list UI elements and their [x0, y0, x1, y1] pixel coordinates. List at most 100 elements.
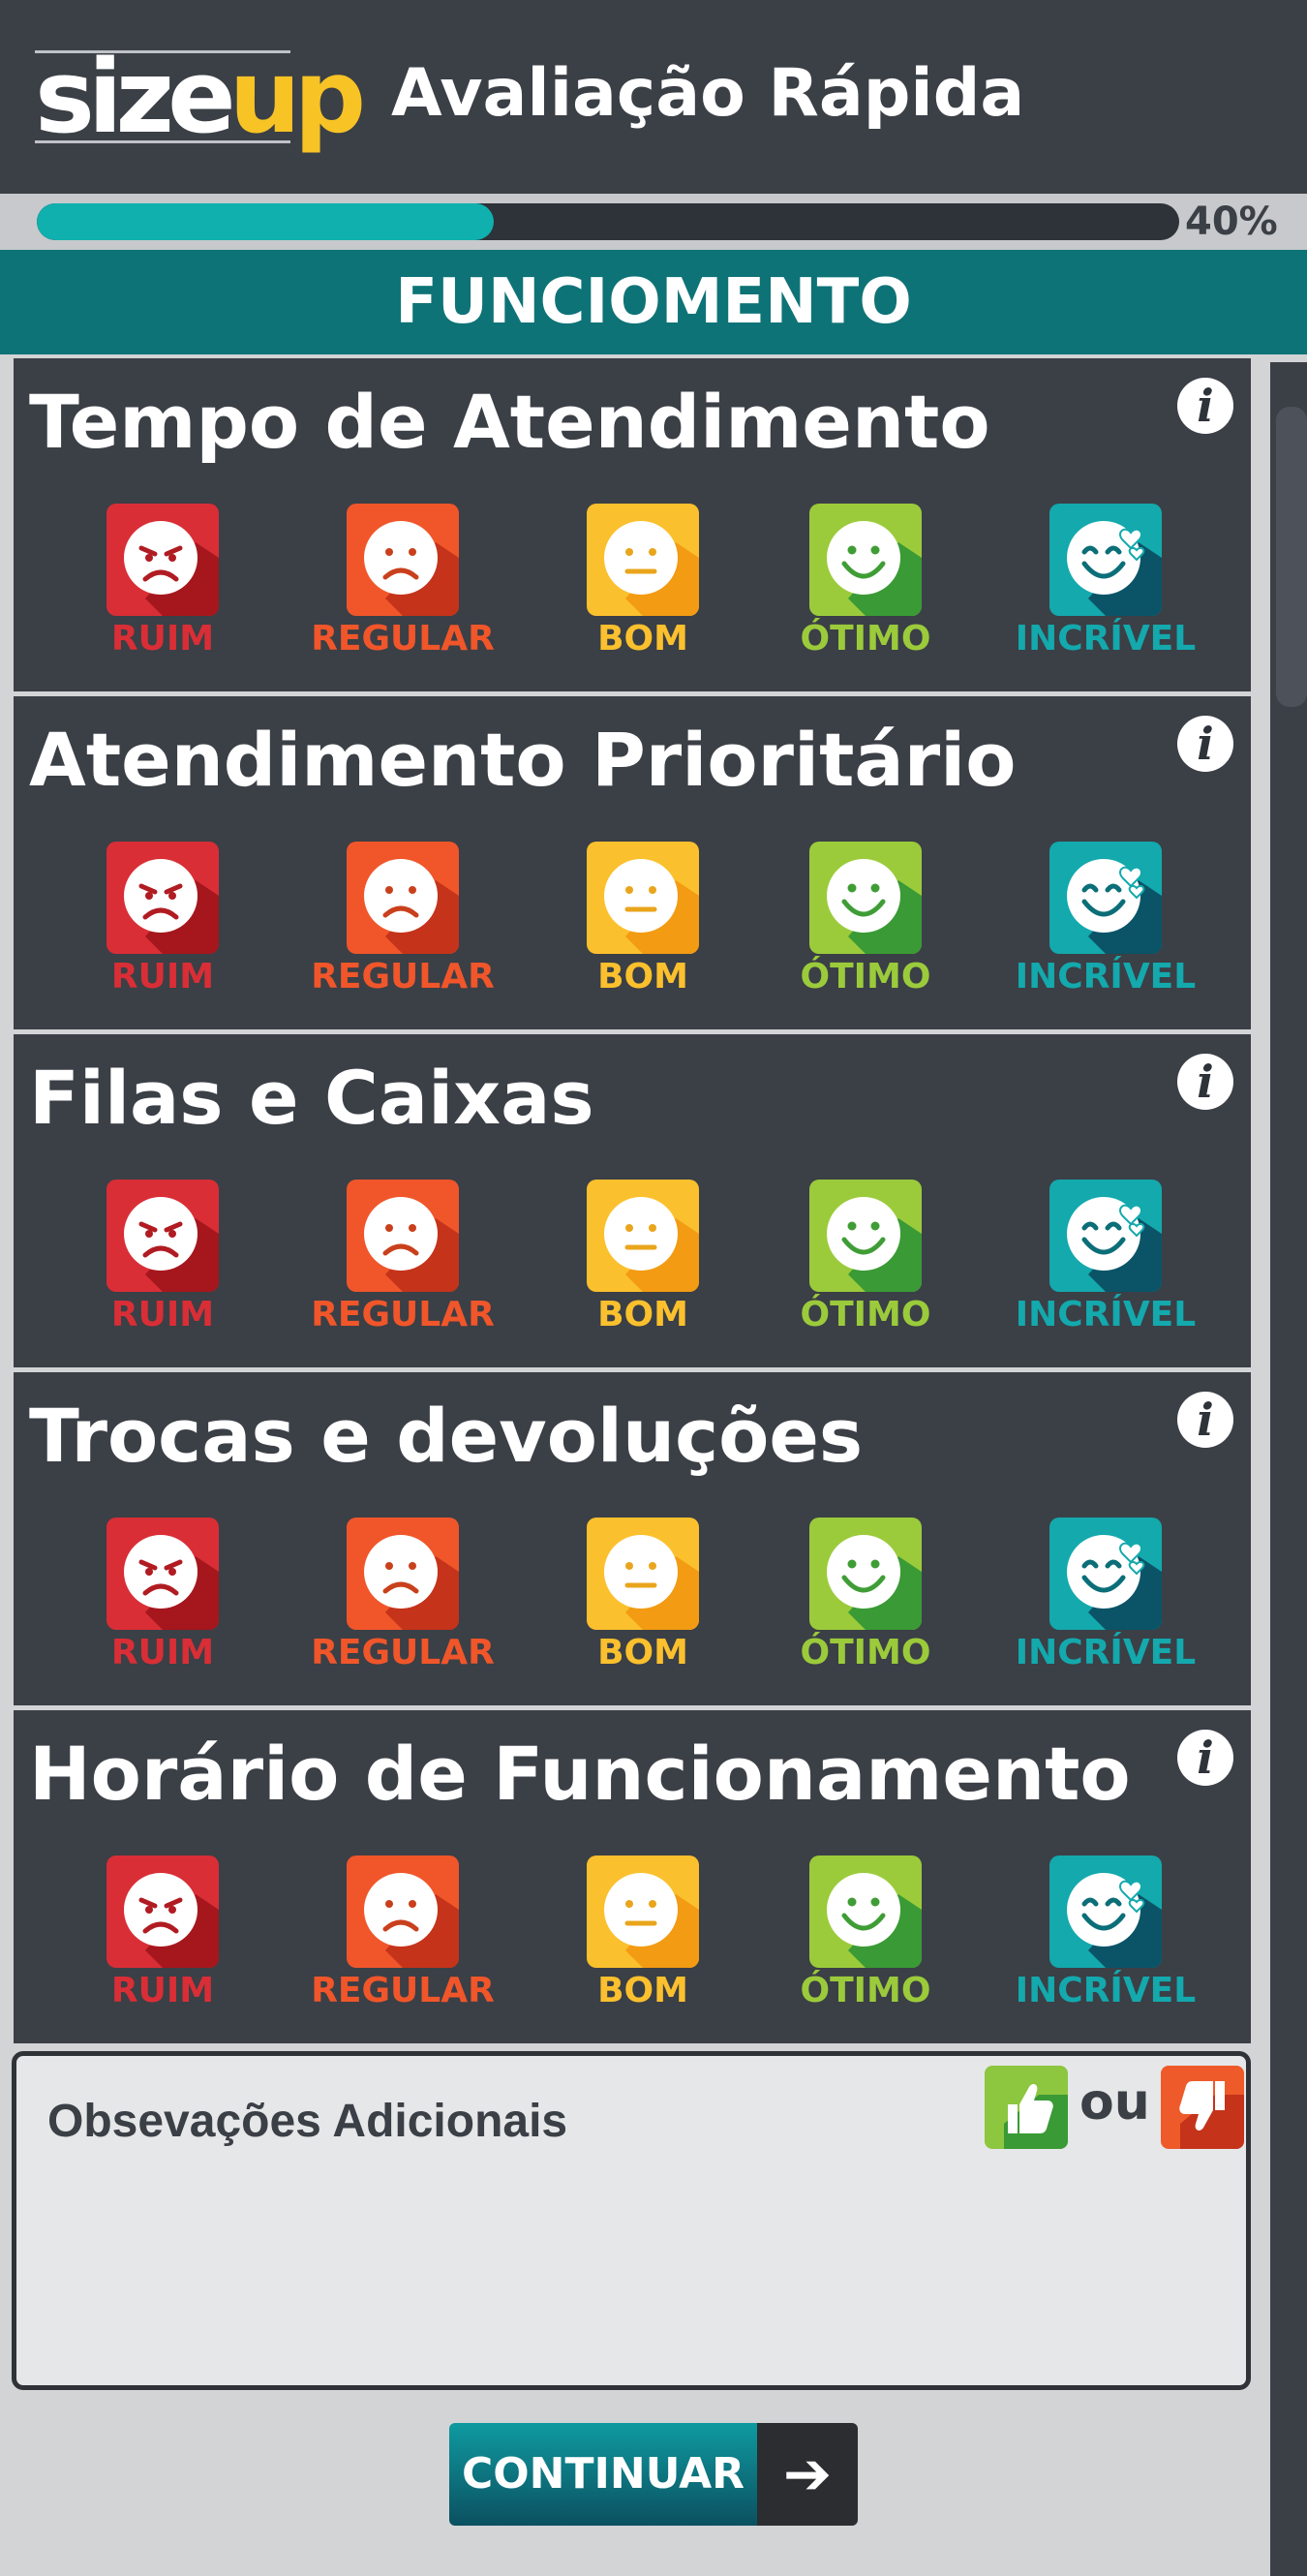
logo-text-up: up	[228, 38, 367, 156]
happy-face-icon	[809, 1855, 922, 1968]
rating-label: RUIM	[110, 957, 215, 997]
rating-option-love[interactable]: INCRÍVEL	[1009, 842, 1202, 1006]
rating-option-angry[interactable]: RUIM	[66, 504, 259, 668]
rating-label: ÓTIMO	[800, 957, 931, 997]
observations-label: Obsevações Adicionais	[47, 2096, 568, 2147]
love-face-icon	[1049, 1518, 1162, 1630]
section-title: FUNCIOMENTO	[395, 266, 912, 338]
info-icon[interactable]: i	[1177, 1392, 1233, 1448]
sad-face-icon	[347, 1518, 459, 1630]
sad-face-icon	[347, 842, 459, 954]
rating-label: ÓTIMO	[800, 619, 931, 659]
rating-option-love[interactable]: INCRÍVEL	[1009, 1855, 1202, 2020]
app-header: size up Avaliação Rápida	[0, 0, 1307, 194]
rating-option-love[interactable]: INCRÍVEL	[1009, 1180, 1202, 1344]
rating-label: ÓTIMO	[800, 1971, 931, 2010]
rating-option-neutral[interactable]: BOM	[546, 1855, 740, 2020]
rating-option-love[interactable]: INCRÍVEL	[1009, 1518, 1202, 1682]
neutral-face-icon	[587, 1180, 699, 1292]
sad-face-icon	[347, 1180, 459, 1292]
angry-face-icon	[106, 1855, 219, 1968]
rating-option-love[interactable]: INCRÍVEL	[1009, 504, 1202, 668]
angry-face-icon	[106, 1518, 219, 1630]
love-face-icon	[1049, 1180, 1162, 1292]
question-title: Horário de Funcionamento	[29, 1731, 1131, 1817]
rating-option-angry[interactable]: RUIM	[66, 1180, 259, 1344]
rating-label: REGULAR	[311, 1633, 495, 1672]
love-face-icon	[1049, 504, 1162, 616]
rating-label: INCRÍVEL	[1015, 1295, 1197, 1334]
rating-option-happy[interactable]: ÓTIMO	[769, 504, 962, 668]
rating-label: ÓTIMO	[800, 1295, 931, 1334]
rating-label: INCRÍVEL	[1015, 1633, 1197, 1672]
rating-option-sad[interactable]: REGULAR	[306, 1518, 500, 1682]
info-icon[interactable]: i	[1177, 1730, 1233, 1786]
rating-card: Atendimento Prioritário i RUIM REGULAR BOM ÓT…	[14, 696, 1251, 1029]
rating-option-sad[interactable]: REGULAR	[306, 504, 500, 668]
angry-face-icon	[106, 842, 219, 954]
love-face-icon	[1049, 842, 1162, 954]
neutral-face-icon	[587, 504, 699, 616]
rating-label: BOM	[597, 957, 688, 997]
angry-face-icon	[106, 1180, 219, 1292]
rating-label: RUIM	[110, 619, 215, 659]
rating-option-sad[interactable]: REGULAR	[306, 1855, 500, 2020]
info-icon[interactable]: i	[1177, 378, 1233, 434]
sizeup-logo: size up	[35, 38, 367, 156]
or-text: ou	[1079, 2073, 1150, 2131]
question-title: Trocas e devoluções	[29, 1393, 864, 1479]
rating-option-angry[interactable]: RUIM	[66, 1518, 259, 1682]
section-banner: FUNCIOMENTO	[0, 250, 1307, 354]
thumbs-down-icon[interactable]	[1161, 2066, 1244, 2149]
continue-button[interactable]: CONTINUAR ➔	[449, 2423, 858, 2526]
rating-option-angry[interactable]: RUIM	[66, 1855, 259, 2020]
happy-face-icon	[809, 1180, 922, 1292]
rating-option-happy[interactable]: ÓTIMO	[769, 1180, 962, 1344]
info-icon[interactable]: i	[1177, 1054, 1233, 1110]
rating-card: Filas e Caixas i RUIM REGULAR BOM ÓTIMO INCRÍV…	[14, 1034, 1251, 1367]
rating-option-angry[interactable]: RUIM	[66, 842, 259, 1006]
additional-observations-field[interactable]: Obsevações Adicionais ou	[12, 2051, 1251, 2390]
neutral-face-icon	[587, 842, 699, 954]
rating-option-sad[interactable]: REGULAR	[306, 1180, 500, 1344]
rating-option-neutral[interactable]: BOM	[546, 842, 740, 1006]
rating-card: Horário de Funcionamento i RUIM REGULAR BOM Ó…	[14, 1710, 1251, 2043]
progress-bar: 40%	[0, 194, 1307, 250]
arrow-right-icon: ➔	[757, 2423, 858, 2526]
rating-option-neutral[interactable]: BOM	[546, 504, 740, 668]
sad-face-icon	[347, 1855, 459, 1968]
info-icon[interactable]: i	[1177, 716, 1233, 772]
rating-option-happy[interactable]: ÓTIMO	[769, 1518, 962, 1682]
rating-option-happy[interactable]: ÓTIMO	[769, 1855, 962, 2020]
rating-label: REGULAR	[311, 1971, 495, 2010]
rating-label: REGULAR	[311, 957, 495, 997]
question-title: Atendimento Prioritário	[29, 717, 1017, 803]
rating-label: RUIM	[110, 1295, 215, 1334]
rating-label: RUIM	[110, 1633, 215, 1672]
rating-label: INCRÍVEL	[1015, 957, 1197, 997]
question-title: Tempo de Atendimento	[29, 379, 990, 465]
rating-label: BOM	[597, 619, 688, 659]
rating-card: Trocas e devoluções i RUIM REGULAR BOM ÓTIMO I…	[14, 1372, 1251, 1705]
progress-percent: 40%	[1185, 199, 1278, 244]
rating-label: ÓTIMO	[800, 1633, 931, 1672]
rating-label: BOM	[597, 1971, 688, 2010]
logo-text-size: size	[35, 38, 236, 156]
scrollbar-thumb[interactable]	[1276, 407, 1307, 707]
happy-face-icon	[809, 504, 922, 616]
rating-label: BOM	[597, 1295, 688, 1334]
thumbs-up-icon[interactable]	[985, 2066, 1068, 2149]
question-title: Filas e Caixas	[29, 1055, 594, 1141]
rating-option-happy[interactable]: ÓTIMO	[769, 842, 962, 1006]
rating-label: BOM	[597, 1633, 688, 1672]
rating-card: Tempo de Atendimento i RUIM REGULAR BOM ÓTIMO…	[14, 358, 1251, 691]
rating-option-neutral[interactable]: BOM	[546, 1180, 740, 1344]
rating-option-neutral[interactable]: BOM	[546, 1518, 740, 1682]
rating-label: INCRÍVEL	[1015, 1971, 1197, 2010]
happy-face-icon	[809, 842, 922, 954]
neutral-face-icon	[587, 1518, 699, 1630]
continue-button-label: CONTINUAR	[449, 2423, 757, 2526]
progress-track	[37, 203, 1179, 240]
rating-option-sad[interactable]: REGULAR	[306, 842, 500, 1006]
rating-label: REGULAR	[311, 619, 495, 659]
